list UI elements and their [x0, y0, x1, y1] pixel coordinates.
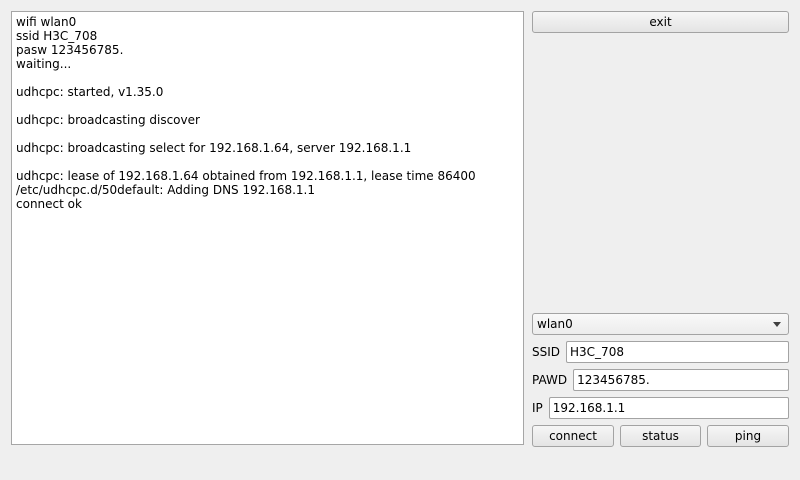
log-line: ssid H3C_708	[16, 29, 98, 43]
ip-label: IP	[532, 401, 543, 415]
password-input[interactable]	[573, 369, 789, 391]
ip-row: IP	[532, 397, 789, 419]
ssid-label: SSID	[532, 345, 561, 359]
interface-select[interactable]: wlan0	[532, 313, 789, 335]
log-line: udhcpc: lease of 192.168.1.64 obtained f…	[16, 169, 476, 183]
ip-input[interactable]	[548, 397, 789, 419]
log-line: connect ok	[16, 197, 82, 211]
log-line: pasw 123456785.	[16, 43, 124, 57]
password-label: PAWD	[532, 373, 568, 387]
log-line: udhcpc: broadcasting discover	[16, 113, 200, 127]
ping-button[interactable]: ping	[707, 425, 789, 447]
chevron-down-icon	[773, 321, 781, 327]
log-line: wifi wlan0	[16, 15, 77, 29]
log-line: /etc/udhcpc.d/50default: Adding DNS 192.…	[16, 183, 316, 197]
interface-select-value: wlan0	[537, 317, 573, 331]
log-line: udhcpc: broadcasting select for 192.168.…	[16, 141, 412, 155]
status-button[interactable]: status	[620, 425, 701, 447]
log-line: waiting...	[16, 57, 72, 71]
ssid-input[interactable]	[566, 341, 789, 363]
log-output[interactable]: wifi wlan0 ssid H3C_708 pasw 123456785. …	[11, 11, 524, 445]
exit-button[interactable]: exit	[532, 11, 789, 33]
ssid-row: SSID	[532, 341, 789, 363]
password-row: PAWD	[532, 369, 789, 391]
log-line: udhcpc: started, v1.35.0	[16, 85, 164, 99]
connect-button[interactable]: connect	[532, 425, 614, 447]
